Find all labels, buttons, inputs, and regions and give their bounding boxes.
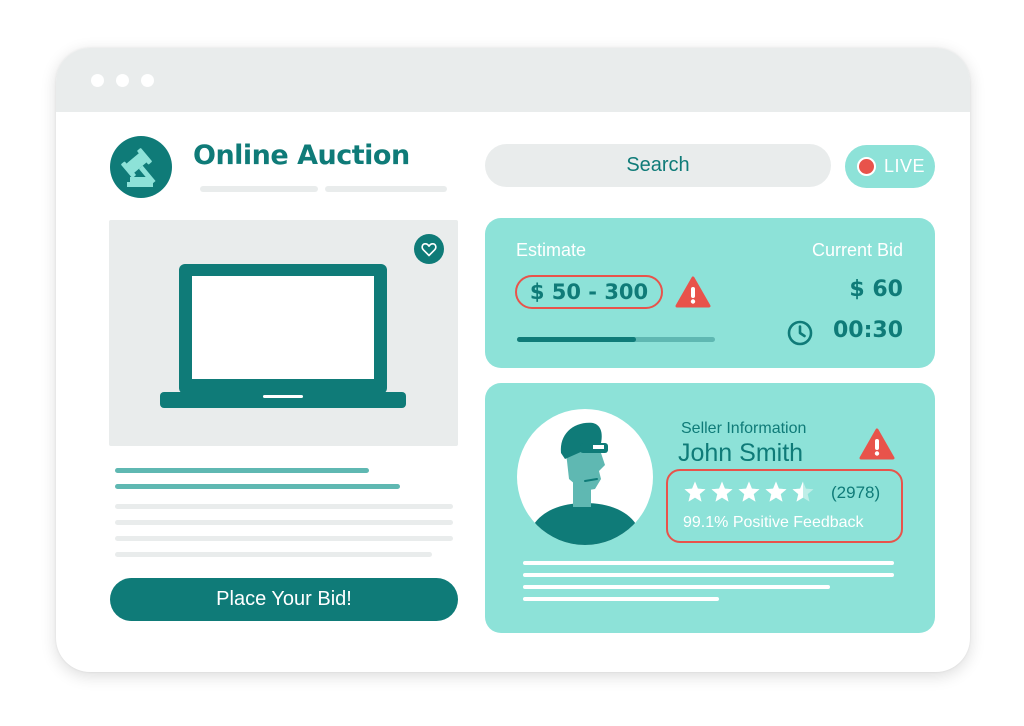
timer-value: 00:30 bbox=[832, 318, 903, 343]
time-progress-fill bbox=[517, 337, 636, 342]
seller-detail-line bbox=[523, 585, 830, 589]
current-bid-value: $ 60 bbox=[849, 277, 903, 302]
estimate-label: Estimate bbox=[516, 240, 587, 260]
laptop-icon bbox=[160, 264, 406, 408]
browser-window: Online Auction Search LIVE Place Your Bi… bbox=[56, 48, 970, 672]
star-icon bbox=[711, 481, 733, 502]
positive-feedback: 99.1% Positive Feedback bbox=[683, 514, 864, 531]
description-line bbox=[115, 504, 453, 509]
time-progress-bar bbox=[517, 337, 715, 342]
seller-avatar bbox=[517, 409, 653, 545]
place-bid-button[interactable]: Place Your Bid! bbox=[110, 578, 458, 621]
page-title: Online Auction bbox=[193, 140, 410, 171]
live-badge[interactable]: LIVE bbox=[845, 145, 935, 188]
search-button[interactable]: Search bbox=[485, 144, 831, 187]
description-line bbox=[115, 552, 432, 557]
description-line bbox=[115, 484, 400, 489]
window-dot-icon bbox=[141, 74, 154, 87]
seller-rating-box: (2978) 99.1% Positive Feedback bbox=[666, 469, 903, 543]
description-line bbox=[115, 520, 453, 525]
seller-name[interactable]: John Smith bbox=[678, 439, 803, 468]
star-icon bbox=[765, 481, 787, 502]
heart-icon bbox=[421, 242, 437, 256]
clock-icon bbox=[787, 320, 813, 346]
estimate-value: $ 50 - 300 bbox=[515, 275, 663, 309]
current-bid-label: Current Bid bbox=[811, 240, 903, 260]
review-count[interactable]: (2978) bbox=[831, 483, 880, 503]
seller-detail-line bbox=[523, 573, 894, 577]
product-image[interactable] bbox=[109, 220, 458, 446]
description-line bbox=[115, 468, 369, 473]
warning-icon bbox=[675, 276, 711, 308]
star-icon bbox=[792, 481, 814, 502]
gavel-logo-icon bbox=[110, 136, 172, 198]
warning-icon bbox=[859, 428, 895, 460]
description-line bbox=[115, 536, 453, 541]
live-indicator-icon bbox=[857, 157, 876, 176]
favorite-button[interactable] bbox=[414, 234, 444, 264]
live-label: LIVE bbox=[884, 156, 926, 176]
seller-panel: Seller Information John Smith (2978) 99.… bbox=[485, 383, 935, 633]
subtitle-placeholder-line bbox=[325, 186, 447, 192]
window-dot-icon bbox=[116, 74, 129, 87]
bid-info-panel: Estimate $ 50 - 300 Current Bid $ 60 00:… bbox=[485, 218, 935, 368]
subtitle-placeholder-line bbox=[200, 186, 318, 192]
seller-section-label: Seller Information bbox=[681, 420, 807, 437]
seller-detail-line bbox=[523, 561, 894, 565]
star-rating bbox=[683, 480, 815, 504]
star-icon bbox=[684, 481, 706, 502]
seller-detail-line bbox=[523, 597, 719, 601]
title-bar bbox=[56, 48, 970, 112]
star-icon bbox=[738, 481, 760, 502]
window-dot-icon bbox=[91, 74, 104, 87]
